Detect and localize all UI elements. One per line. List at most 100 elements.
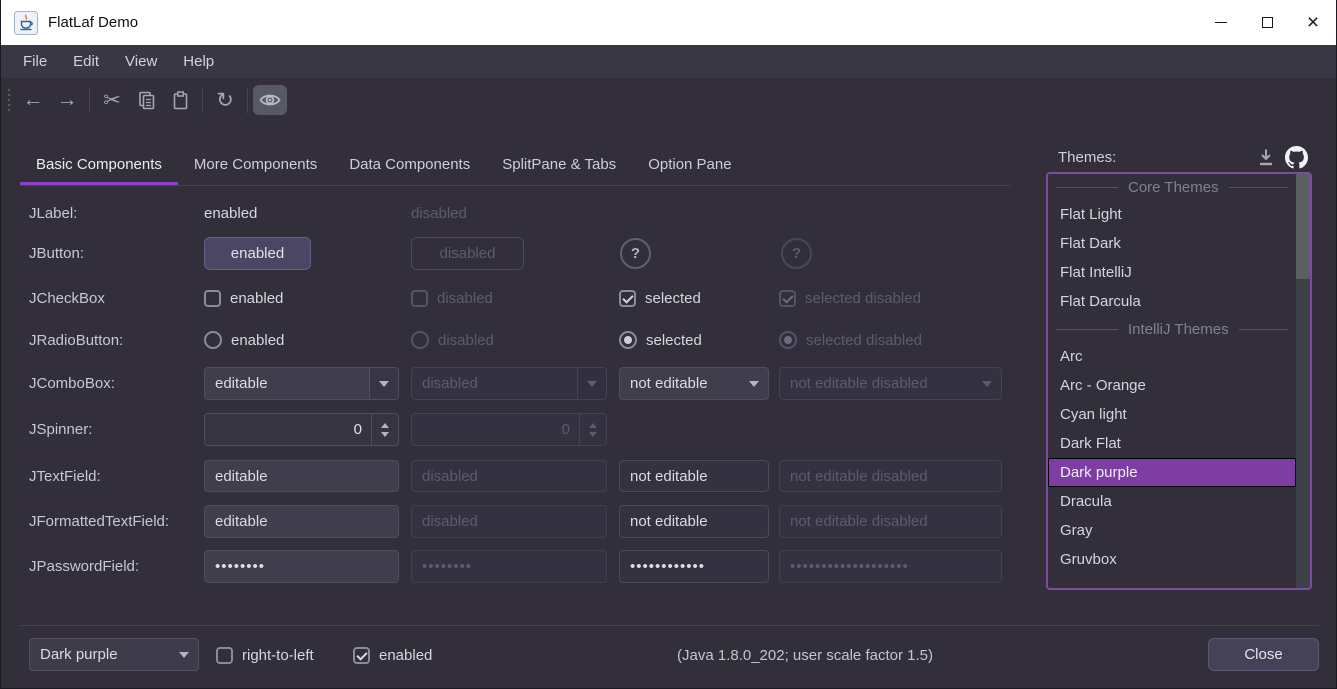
theme-item-arc-orange[interactable]: Arc - Orange xyxy=(1048,371,1296,400)
toolbar: ← → ✂ ↻ xyxy=(1,78,1336,122)
enabled-checkbox[interactable]: enabled xyxy=(353,630,432,680)
tab-data-components[interactable]: Data Components xyxy=(333,143,486,185)
combobox-arrow-button xyxy=(972,368,1001,399)
jlabel-disabled: disabled xyxy=(411,200,607,226)
checkbox-icon xyxy=(216,647,233,664)
close-window-button[interactable]: × xyxy=(1290,0,1336,45)
jspinner-row: JSpinner: 0 0 xyxy=(1,413,1031,446)
theme-item-cyan-light[interactable]: Cyan light xyxy=(1048,400,1296,429)
forward-button[interactable]: → xyxy=(50,85,84,115)
theme-item-arc[interactable]: Arc xyxy=(1048,342,1296,371)
spinner-value: 0 xyxy=(412,421,579,438)
menu-view[interactable]: View xyxy=(112,45,170,78)
checkbox-checked-icon xyxy=(779,290,796,307)
textfield-not-editable-disabled: not editable disabled xyxy=(779,460,1002,492)
checkbox-selected[interactable]: selected xyxy=(619,288,769,308)
radio-enabled[interactable]: enabled xyxy=(204,330,399,350)
checkbox-checked-icon xyxy=(619,290,636,307)
combobox-arrow-button[interactable] xyxy=(739,368,768,399)
copy-button[interactable] xyxy=(129,85,163,115)
spinner-buttons xyxy=(579,414,606,445)
close-button[interactable]: Close xyxy=(1208,638,1319,671)
theme-item-dracula[interactable]: Dracula xyxy=(1048,487,1296,516)
menu-edit[interactable]: Edit xyxy=(60,45,112,78)
radio-selected[interactable]: selected xyxy=(619,330,769,350)
tab-more-components[interactable]: More Components xyxy=(178,143,333,185)
chevron-down-icon xyxy=(587,381,597,387)
textfield-not-editable: not editable xyxy=(619,460,769,492)
checkbox-selected-disabled: selected disabled xyxy=(779,288,1002,308)
theme-item-dark-purple[interactable]: Dark purple xyxy=(1048,458,1296,487)
combobox-arrow-button[interactable] xyxy=(369,368,398,399)
scrollbar-thumb[interactable] xyxy=(1296,174,1310,279)
app-window: FlatLaf Demo × File Edit View Help ← → ✂ xyxy=(0,0,1337,689)
tab-option-pane[interactable]: Option Pane xyxy=(632,143,747,185)
combobox-not-editable-disabled: not editable disabled xyxy=(779,367,1002,400)
minimize-button[interactable] xyxy=(1198,0,1244,45)
theme-item-flat-intellij[interactable]: Flat IntelliJ xyxy=(1048,258,1296,287)
theme-item-gray[interactable]: Gray xyxy=(1048,516,1296,545)
download-theme-button[interactable] xyxy=(1254,145,1278,169)
passwordfield-editable[interactable]: •••••••• xyxy=(204,550,399,583)
spinner-enabled[interactable]: 0 xyxy=(204,413,399,446)
spinner-value[interactable]: 0 xyxy=(205,421,371,438)
bottom-separator xyxy=(20,625,1319,626)
textfield-editable[interactable]: editable xyxy=(204,460,399,492)
toolbar-separator xyxy=(247,88,248,113)
enabled-button[interactable]: enabled xyxy=(204,237,311,270)
tab-basic-components[interactable]: Basic Components xyxy=(20,143,178,185)
theme-item-flat-darcula[interactable]: Flat Darcula xyxy=(1048,287,1296,316)
theme-item-gruvbox[interactable]: Gruvbox xyxy=(1048,545,1296,574)
window-title: FlatLaf Demo xyxy=(48,14,138,31)
menu-file[interactable]: File xyxy=(10,45,60,78)
radio-selected-disabled: selected disabled xyxy=(779,330,1002,350)
row-label: JSpinner: xyxy=(29,413,92,446)
back-arrow-icon: ← xyxy=(23,88,44,112)
row-label: JButton: xyxy=(29,237,84,270)
spinner-down-icon xyxy=(589,432,597,437)
paste-button[interactable] xyxy=(163,85,197,115)
toolbar-separator xyxy=(89,88,90,113)
jradiobutton-row: JRadioButton: enabled disabled selected … xyxy=(1,330,1031,350)
back-button[interactable]: ← xyxy=(16,85,50,115)
checkbox-icon xyxy=(204,290,221,307)
combobox-arrow-button xyxy=(577,368,606,399)
theme-item-flat-light[interactable]: Flat Light xyxy=(1048,200,1296,229)
right-to-left-checkbox[interactable]: right-to-left xyxy=(216,630,314,680)
refresh-button[interactable]: ↻ xyxy=(208,85,242,115)
spinner-up-icon xyxy=(589,423,597,428)
spinner-up-icon xyxy=(381,423,389,428)
checkbox-enabled[interactable]: enabled xyxy=(204,288,399,308)
jcheckbox-row: JCheckBox enabled disabled selected sele… xyxy=(1,288,1031,308)
theme-item-dark-flat[interactable]: Dark Flat xyxy=(1048,429,1296,458)
formattedfield-disabled: disabled xyxy=(411,505,607,538)
tab-splitpane-tabs[interactable]: SplitPane & Tabs xyxy=(486,143,632,185)
themes-list[interactable]: Core Themes Flat Light Flat Dark Flat In… xyxy=(1046,172,1312,590)
textfield-disabled: disabled xyxy=(411,460,607,492)
spinner-buttons[interactable] xyxy=(371,414,398,445)
title-bar: FlatLaf Demo × xyxy=(1,0,1336,45)
show-hidden-toggle-button[interactable] xyxy=(253,85,287,115)
theme-item-flat-dark[interactable]: Flat Dark xyxy=(1048,229,1296,258)
toolbar-separator xyxy=(202,88,203,113)
radio-icon xyxy=(204,331,222,349)
menu-help[interactable]: Help xyxy=(170,45,227,78)
row-label: JCheckBox xyxy=(29,288,105,308)
radio-icon xyxy=(411,331,429,349)
toolbar-grip[interactable] xyxy=(8,89,10,111)
help-button[interactable]: ? xyxy=(620,238,651,269)
jbutton-row: JButton: enabled disabled ? ? xyxy=(1,237,1031,270)
eye-icon xyxy=(259,92,281,108)
combobox-arrow-button[interactable] xyxy=(169,639,198,670)
checkbox-checked-icon xyxy=(353,647,370,664)
github-link-button[interactable] xyxy=(1284,145,1308,169)
formattedfield-editable[interactable]: editable xyxy=(204,505,399,538)
themes-scrollbar[interactable] xyxy=(1296,174,1310,588)
theme-select-combobox[interactable]: Dark purple xyxy=(29,638,199,671)
combobox-not-editable[interactable]: not editable xyxy=(619,367,769,400)
maximize-button[interactable] xyxy=(1244,0,1290,45)
clipboard-icon xyxy=(171,91,190,110)
row-label: JComboBox: xyxy=(29,367,115,400)
cut-button[interactable]: ✂ xyxy=(95,85,129,115)
combobox-editable[interactable]: editable xyxy=(204,367,399,400)
